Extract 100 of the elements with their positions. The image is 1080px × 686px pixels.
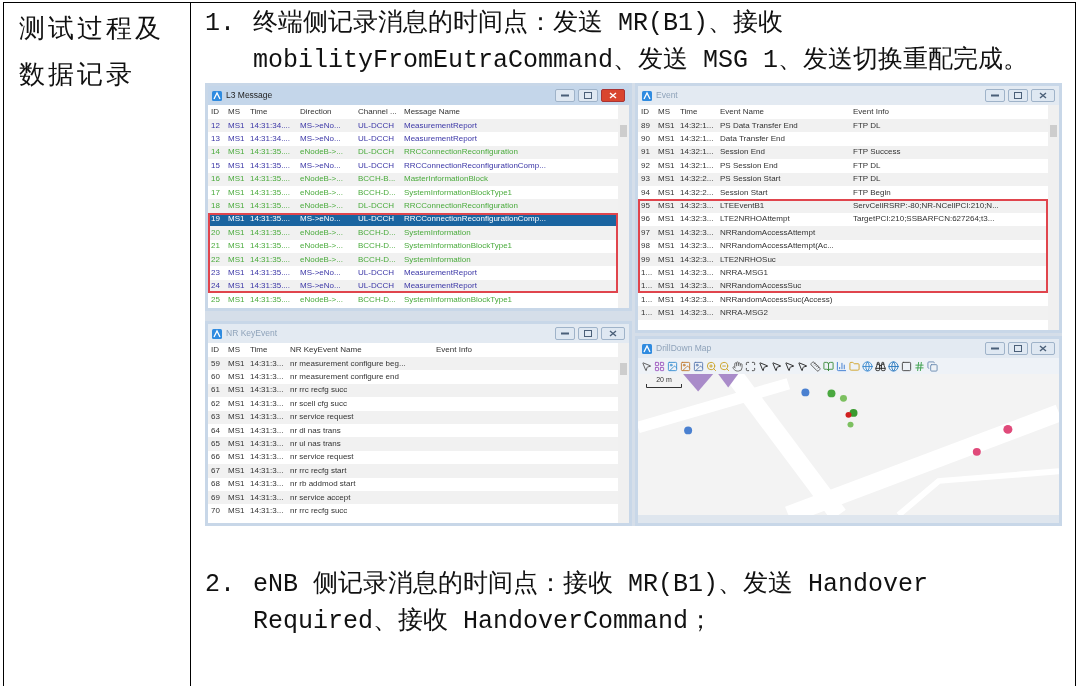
table-cell-text: 99 [641,253,651,266]
table-cell-text: LTE2NRHOSuc [720,253,777,266]
table-cell-text: UL-DCCH [358,119,395,132]
column-header[interactable]: Event Name [720,106,853,118]
column-header[interactable]: Event Info [436,344,496,356]
table-cell-text: nr dl nas trans [290,424,342,437]
column-header[interactable]: Time [680,106,720,118]
binoculars-icon[interactable] [875,360,886,372]
table-cell-text: MS1 [228,478,246,491]
pointer-icon[interactable] [771,360,782,372]
table-row[interactable]: 12 MS1 14:31:34.... MS->eNo... UL-DCCH MeasurementReport [208,119,618,133]
column-header[interactable]: NR KeyEvent Name [290,344,436,356]
column-header[interactable]: Message Name [404,106,594,118]
book-icon[interactable] [823,360,834,372]
table-cell-text: MS1 [658,159,676,172]
minimize-button[interactable] [555,327,575,340]
table-cell-text: NRRandomAccessSuc(Access) [720,293,834,306]
maximize-icon [584,330,592,337]
table-row[interactable]: 89 MS1 14:32:1... PS Data Transfer End FTP DL [638,119,1048,133]
table-cell-text: MS1 [228,397,246,410]
column-header[interactable]: MS [228,344,250,356]
table-cell-text: 92 [641,159,651,172]
column-header[interactable]: Time [250,344,290,356]
maximize-button[interactable] [1008,342,1028,355]
table-cell-text: MS1 [228,186,246,199]
table-cell-text: 90 [641,133,651,146]
minimize-button[interactable] [555,89,575,102]
table-cell-text: 14:31:3... [250,478,285,491]
table-row[interactable]: 97 MS1 14:32:3... NRRandomAccessAttempt [638,226,1048,240]
image-icon[interactable] [680,360,691,372]
close-button[interactable] [601,327,625,340]
pointer-icon[interactable] [797,360,808,372]
close-button[interactable] [601,89,625,102]
table-row[interactable]: 59 MS1 14:31:3... nr measurement configure beg... [208,357,618,371]
table-row[interactable]: 23 MS1 14:31:35.... MS->eNo... UL-DCCH MeasurementReport [208,266,618,280]
column-header[interactable]: MS [228,106,250,118]
table-cell-text: 1... [641,280,654,293]
table-row[interactable]: 95 MS1 14:32:3... LTEEventB1 ServCellRSRP:-80;NR-NCellPCI:210;N... [638,199,1048,213]
table-cell-text: 14:31:3... [250,384,285,397]
pointer-icon[interactable] [641,360,652,372]
minimize-button[interactable] [985,89,1005,102]
hash-icon[interactable] [914,360,925,372]
table-cell-text: eNodeB->... [300,200,344,213]
column-header[interactable]: Direction [300,106,358,118]
table-cell-text: 14:31:35.... [250,159,292,172]
table-cell-text: eNodeB->... [300,226,344,239]
table-cell-text: 14:31:3... [250,357,285,370]
table-cell-text: 14:32:1... [680,159,715,172]
table-cell-text: 14:31:3... [250,411,285,424]
pointer-icon[interactable] [784,360,795,372]
chart-icon[interactable] [836,360,847,372]
maximize-button[interactable] [578,327,598,340]
ruler-icon[interactable] [810,360,821,372]
table-cell-text: MeasurementReport [404,119,478,132]
expand-icon[interactable] [745,360,756,372]
table-cell-text: 89 [641,119,651,132]
maximize-button[interactable] [578,89,598,102]
column-header[interactable]: Channel ... [358,106,404,118]
table-cell-text: 24 [211,280,221,293]
close-button[interactable] [1031,89,1055,102]
column-header[interactable]: ID [211,106,228,118]
globe-icon[interactable] [888,360,899,372]
column-header[interactable]: MS [658,106,680,118]
column-header[interactable]: ID [641,106,658,118]
table-cell-text: SystemInformation [404,226,472,239]
table-cell-text: 63 [211,411,221,424]
column-header[interactable]: ID [211,344,228,356]
table-cell-text: MS1 [658,133,676,146]
minimize-icon [561,94,569,97]
column-header[interactable]: Event Info [853,106,1033,118]
table-cell-text: BCCH-D... [358,186,397,199]
app-icon [212,328,222,339]
app-icon [642,343,652,354]
scrollbar[interactable] [618,105,629,308]
table-row[interactable]: 67 MS1 14:31:3... nr rrc recfg start [208,464,618,478]
table-row[interactable]: 1... MS1 14:32:3... NRRA-MSG1 [638,266,1048,280]
table-cell-text: MS1 [228,293,246,306]
close-button[interactable] [1031,342,1055,355]
table-cell-text: 21 [211,240,221,253]
scrollbar[interactable] [1048,105,1059,330]
table-row[interactable]: 1... MS1 14:32:3... NRRA-MSG2 [638,306,1048,320]
table-row[interactable]: 65 MS1 14:31:3... nr ul nas trans [208,437,618,451]
grid-icon[interactable] [654,360,665,372]
column-header[interactable]: Time [250,106,300,118]
table-cell-text: LTEEventB1 [720,200,766,213]
image-icon[interactable] [693,360,704,372]
image-icon[interactable] [667,360,678,372]
pointer-icon[interactable] [758,360,769,372]
maximize-button[interactable] [1008,89,1028,102]
scale-bar [646,384,682,388]
app-icon [212,90,222,101]
scrollbar[interactable] [618,343,629,523]
hand-icon[interactable] [732,360,743,372]
square-icon[interactable] [901,360,912,372]
table-cell-text: 14:32:1... [680,119,715,132]
table-cell-text: UL-DCCH [358,133,395,146]
table-cell-text: 14 [211,146,221,159]
minimize-button[interactable] [985,342,1005,355]
table-cell-text: MS->eNo... [300,133,342,146]
table-cell-text: 60 [211,371,221,384]
